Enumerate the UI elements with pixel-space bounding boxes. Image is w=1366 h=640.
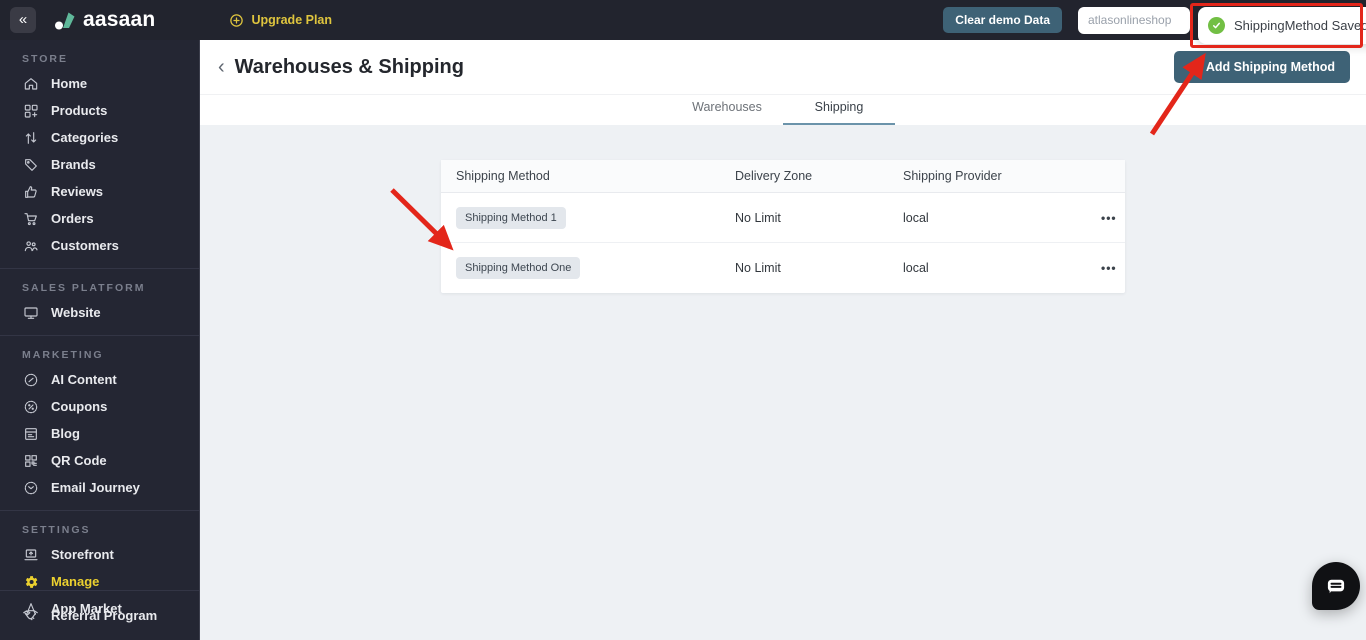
toast-notification: ShippingMethod Saved.. <box>1198 7 1366 44</box>
circled-plus-icon <box>230 13 244 27</box>
top-bar: « aasaan Upgrade Plan Clear demo Data <box>0 0 1366 40</box>
sidebar-item-label: AI Content <box>51 371 117 387</box>
reviews-thumbs-up-icon <box>22 183 39 200</box>
sidebar-item-ai-content[interactable]: AI Content <box>0 366 199 393</box>
sidebar-item-label: Orders <box>51 210 94 226</box>
upgrade-plan-label: Upgrade Plan <box>251 13 333 27</box>
categories-sort-icon <box>22 129 39 146</box>
column-header-delivery-zone: Delivery Zone <box>735 169 813 183</box>
sidebar-item-label: QR Code <box>51 452 107 468</box>
table-row[interactable]: Shipping Method One No Limit local ••• <box>441 243 1125 293</box>
aasaan-logo: aasaan <box>53 8 155 32</box>
chat-bubble-icon <box>1327 579 1345 594</box>
table-row[interactable]: Shipping Method 1 No Limit local ••• <box>441 193 1125 243</box>
cart-icon <box>22 210 39 227</box>
sidebar-footer: Referral Program <box>0 590 199 640</box>
sidebar-item-qr-code[interactable]: QR Code <box>0 447 199 474</box>
sidebar-collapse-button[interactable]: « <box>10 7 36 33</box>
back-chevron-icon[interactable]: ‹ <box>218 56 225 79</box>
sidebar-item-referral-program[interactable]: Referral Program <box>0 602 199 629</box>
row-menu-ellipsis-icon[interactable]: ••• <box>1101 261 1117 275</box>
collapse-chevrons-icon: « <box>18 10 28 28</box>
shipping-method-badge: Shipping Method One <box>456 257 581 279</box>
add-shipping-method-label: Add Shipping Method <box>1205 60 1335 74</box>
email-journey-badge-icon <box>22 479 39 496</box>
monitor-icon <box>22 304 39 321</box>
sidebar-item-categories[interactable]: Categories <box>0 124 199 151</box>
sidebar-item-blog[interactable]: Blog <box>0 420 199 447</box>
sidebar-item-label: Coupons <box>51 398 108 414</box>
column-header-shipping-provider: Shipping Provider <box>903 169 1002 183</box>
sidebar-item-label: Categories <box>51 129 119 145</box>
ai-content-badge-icon <box>22 371 39 388</box>
delivery-zone-cell: No Limit <box>735 261 781 275</box>
sidebar-item-label: Customers <box>51 237 119 253</box>
sidebar-item-reviews[interactable]: Reviews <box>0 178 199 205</box>
store-name-input[interactable] <box>1078 6 1190 34</box>
table-header-row: Shipping Method Delivery Zone Shipping P… <box>441 160 1125 193</box>
sidebar-item-label: Home <box>51 75 88 91</box>
products-grid-icon <box>22 102 39 119</box>
coupon-badge-icon <box>22 398 39 415</box>
sidebar-item-label: Email Journey <box>51 479 140 495</box>
sidebar-item-label: Blog <box>51 425 80 441</box>
tag-icon <box>22 156 39 173</box>
storefront-laptop-icon <box>22 546 39 563</box>
column-header-shipping-method: Shipping Method <box>456 169 550 183</box>
sidebar-item-storefront[interactable]: Storefront <box>0 541 199 568</box>
users-icon <box>22 237 39 254</box>
sidebar-item-website[interactable]: Website <box>0 299 199 326</box>
sidebar-divider <box>0 268 199 269</box>
logo-text: aasaan <box>83 8 156 31</box>
home-icon <box>22 75 39 92</box>
success-check-icon <box>1208 17 1225 34</box>
sidebar-item-label: Reviews <box>51 183 104 199</box>
delivery-zone-cell: No Limit <box>735 210 781 225</box>
plus-icon: + <box>1188 59 1197 75</box>
upgrade-plan-button[interactable]: Upgrade Plan <box>229 13 332 28</box>
clear-demo-data-button[interactable]: Clear demo Data <box>943 7 1062 33</box>
sidebar-item-home[interactable]: Home <box>0 70 199 97</box>
sidebar-item-brands[interactable]: Brands <box>0 151 199 178</box>
section-label-sales-platform: SALES PLATFORM <box>22 282 146 294</box>
topbar-right-group: Clear demo Data <box>943 6 1190 34</box>
sidebar-divider <box>0 335 199 336</box>
page-title-bar: ‹ Warehouses & Shipping + Add Shipping M… <box>200 40 1366 95</box>
sidebar-item-orders[interactable]: Orders <box>0 205 199 232</box>
page-title: Warehouses & Shipping <box>234 55 464 78</box>
handshake-icon <box>22 607 39 624</box>
sidebar-divider <box>0 510 199 511</box>
tab-warehouses[interactable]: Warehouses <box>671 95 783 125</box>
gear-icon <box>22 573 39 590</box>
aasaan-logo-icon <box>55 12 75 29</box>
qr-code-icon <box>22 452 39 469</box>
sidebar-item-customers[interactable]: Customers <box>0 232 199 259</box>
sidebar-item-label: Brands <box>51 156 96 172</box>
main-content: ‹ Warehouses & Shipping + Add Shipping M… <box>200 40 1366 640</box>
sidebar-item-email-journey[interactable]: Email Journey <box>0 474 199 501</box>
shipping-provider-cell: local <box>903 261 929 275</box>
sidebar-item-label: Manage <box>51 573 100 589</box>
section-label-marketing: MARKETING <box>22 349 104 361</box>
row-menu-ellipsis-icon[interactable]: ••• <box>1101 211 1117 225</box>
section-label-store: STORE <box>22 53 68 65</box>
sidebar-item-products[interactable]: Products <box>0 97 199 124</box>
sidebar-item-label: Products <box>51 102 108 118</box>
sidebar-item-label: Storefront <box>51 546 114 562</box>
sidebar-nav: STORE Home Products Categories Brands Re… <box>0 40 200 640</box>
sidebar-item-label: Referral Program <box>51 607 158 623</box>
content-area: Shipping Method Delivery Zone Shipping P… <box>200 125 1366 640</box>
blog-document-icon <box>22 425 39 442</box>
shipping-methods-table: Shipping Method Delivery Zone Shipping P… <box>441 160 1125 293</box>
add-shipping-method-button[interactable]: + Add Shipping Method <box>1173 51 1350 83</box>
tab-bar: Warehouses Shipping <box>200 95 1366 125</box>
chat-launcher-button[interactable] <box>1312 562 1360 610</box>
sidebar-item-label: Website <box>51 304 101 320</box>
section-label-settings: SETTINGS <box>22 524 91 536</box>
shipping-provider-cell: local <box>903 210 929 225</box>
sidebar-item-coupons[interactable]: Coupons <box>0 393 199 420</box>
shipping-method-badge: Shipping Method 1 <box>456 206 566 229</box>
tab-shipping[interactable]: Shipping <box>783 95 895 125</box>
toast-message: ShippingMethod Saved.. <box>1234 18 1366 33</box>
